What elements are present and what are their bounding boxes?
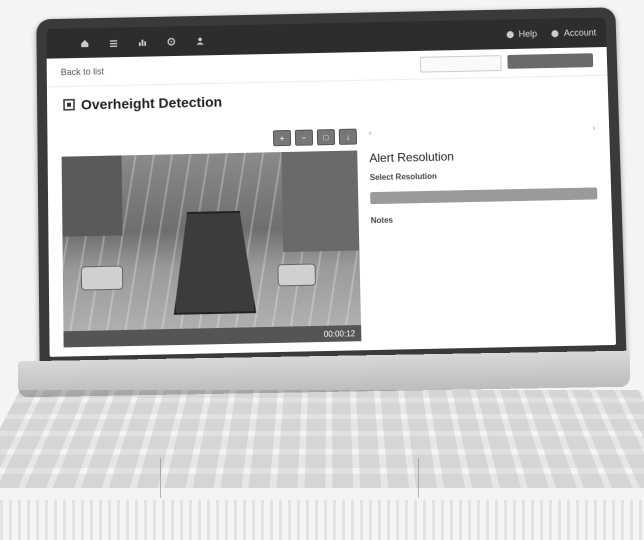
panel-pager: ‹ › xyxy=(369,124,596,138)
nav-item-admin[interactable] xyxy=(196,36,209,45)
nav-item-charts[interactable] xyxy=(138,37,151,46)
nav-item-settings[interactable] xyxy=(167,37,180,46)
laptop-lid: Help Account Back to list Overheight Det… xyxy=(36,7,627,372)
laptop-keyboard xyxy=(0,390,644,489)
account-label: Account xyxy=(563,27,597,38)
select-resolution-label: Select Resolution xyxy=(369,171,437,183)
car-right xyxy=(277,263,316,287)
resolve-button[interactable] xyxy=(370,187,598,205)
zoom-in-icon[interactable]: + xyxy=(272,129,292,147)
help-label: Help xyxy=(518,28,538,39)
back-link[interactable]: Back to list xyxy=(61,66,104,77)
video-player[interactable]: 00:00:12 xyxy=(61,150,362,348)
account-menu[interactable]: Account xyxy=(551,27,597,38)
video-toolbar: + − □ ↓ xyxy=(61,128,358,151)
next-alert-button[interactable]: › xyxy=(592,124,595,133)
prev-alert-button[interactable]: ‹ xyxy=(369,128,372,137)
zoom-out-icon[interactable]: − xyxy=(294,129,314,146)
help-link[interactable]: Help xyxy=(506,28,538,40)
building-left xyxy=(61,155,123,237)
user-icon xyxy=(196,37,204,45)
notes-field[interactable] xyxy=(381,228,598,233)
video-timestamp: 00:00:12 xyxy=(323,328,356,339)
secondary-action-button[interactable] xyxy=(419,55,502,73)
fullscreen-icon[interactable]: □ xyxy=(316,129,336,146)
panel-title: Alert Resolution xyxy=(369,149,455,166)
action-buttons xyxy=(419,53,594,73)
video-column: + − □ ↓ 00:00:12 xyxy=(61,128,362,348)
car-left xyxy=(80,265,124,291)
primary-action-button[interactable] xyxy=(507,53,594,69)
building-right xyxy=(281,150,360,253)
nav-item-home[interactable] xyxy=(80,38,93,47)
laptop-screen: Help Account Back to list Overheight Det… xyxy=(46,17,617,357)
nav-right: Help Account xyxy=(506,27,597,40)
gear-icon xyxy=(168,37,176,46)
help-icon xyxy=(506,30,514,38)
chart-icon xyxy=(139,39,147,46)
trackpad-edge-right xyxy=(418,458,419,498)
resolution-panel: ‹ › Alert Resolution Select Resolution N… xyxy=(369,124,602,341)
caption-noise xyxy=(0,500,644,540)
nav-item-list[interactable] xyxy=(109,38,122,47)
page-title: Overheight Detection xyxy=(80,93,223,113)
trackpad-edge-left xyxy=(160,458,161,498)
download-icon[interactable]: ↓ xyxy=(338,128,358,145)
home-icon xyxy=(81,39,89,47)
account-icon xyxy=(551,29,560,37)
alert-icon xyxy=(63,99,76,111)
notes-label: Notes xyxy=(370,215,394,226)
main-content: + − □ ↓ 00:00:12 ‹ › Alert Resolution Se… xyxy=(47,117,616,353)
list-icon xyxy=(110,39,118,47)
